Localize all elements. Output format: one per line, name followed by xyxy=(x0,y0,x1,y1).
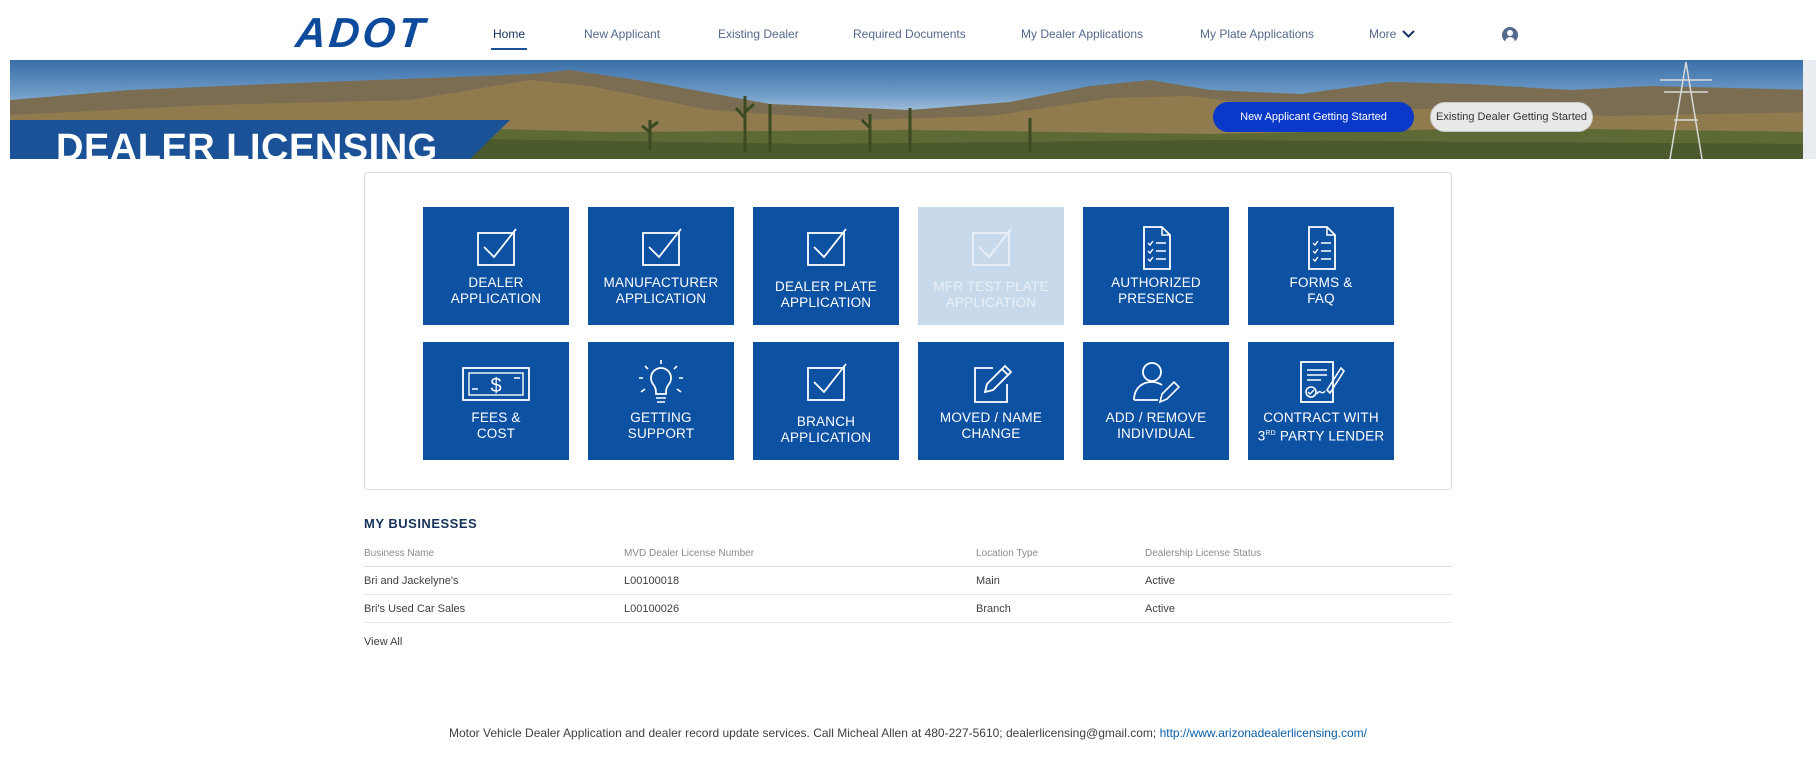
user-avatar-icon[interactable] xyxy=(1502,27,1518,43)
location-type-cell: Main xyxy=(976,566,1145,595)
tile-label: Moved / Name Change xyxy=(939,410,1043,441)
nav-more-label: More xyxy=(1369,27,1397,41)
nav-my-plate-applications[interactable]: My Plate Applications xyxy=(1200,27,1314,41)
checkbox-icon xyxy=(807,228,847,266)
tile-mfr-test-plate-application: MFR Test Plate Application xyxy=(918,207,1064,325)
checkbox-icon xyxy=(972,228,1012,266)
nav-home[interactable]: Home xyxy=(490,27,528,50)
checklist-document-icon xyxy=(1143,226,1171,270)
tile-moved-name-change[interactable]: Moved / Name Change xyxy=(918,342,1064,460)
svg-text:$: $ xyxy=(490,375,501,397)
tile-dealer-application[interactable]: Dealer Application xyxy=(423,207,569,325)
tile-label: Getting Support xyxy=(627,410,695,441)
checkbox-icon xyxy=(477,228,517,266)
tile-forms-faq[interactable]: Forms & FAQ xyxy=(1248,207,1394,325)
table-row: Bri's Used Car Sales L00100026 Branch Ac… xyxy=(364,594,1452,623)
banner-title: DEALER LICENSING xyxy=(56,127,438,159)
table-row: Bri and Jackelyne's L00100018 Main Activ… xyxy=(364,566,1452,595)
tile-label: MFR Test Plate Application xyxy=(933,279,1049,310)
tile-add-remove-individual[interactable]: Add / Remove Individual xyxy=(1083,342,1229,460)
tile-authorized-presence[interactable]: Authorized Presence xyxy=(1083,207,1229,325)
tile-label: Forms & FAQ xyxy=(1289,275,1353,306)
location-type-cell: Branch xyxy=(976,594,1145,623)
checklist-document-icon xyxy=(1308,226,1336,270)
tile-label: Authorized Presence xyxy=(1111,275,1201,306)
site-footer: Motor Vehicle Dealer Application and dea… xyxy=(0,726,1816,740)
nav-my-dealer-applications[interactable]: My Dealer Applications xyxy=(1021,27,1143,41)
column-header[interactable]: Business Name xyxy=(364,540,624,567)
table-header-row: Business Name MVD Dealer License Number … xyxy=(364,540,1452,567)
lightbulb-icon xyxy=(639,360,683,403)
license-status-cell: Active xyxy=(1145,594,1452,623)
chevron-down-icon xyxy=(1402,30,1416,38)
tile-label: Dealer Application xyxy=(450,275,542,306)
license-status-cell: Active xyxy=(1145,566,1452,595)
column-header[interactable]: Dealership License Status xyxy=(1145,540,1452,567)
business-name-cell[interactable]: Bri's Used Car Sales xyxy=(364,594,624,623)
footer-website-link[interactable]: http://www.arizonadealerlicensing.com/ xyxy=(1160,726,1367,740)
new-applicant-getting-started-button[interactable]: New Applicant Getting Started xyxy=(1213,102,1414,132)
tile-label: Contract with 3rd Party Lender xyxy=(1257,410,1385,444)
nav-required-documents[interactable]: Required Documents xyxy=(853,27,966,41)
nav-more[interactable]: More xyxy=(1369,27,1416,41)
checkbox-icon xyxy=(642,228,682,266)
column-header[interactable]: Location Type xyxy=(976,540,1145,567)
view-all-link[interactable]: View All xyxy=(364,636,402,648)
tile-label: Branch Application xyxy=(780,414,872,445)
existing-dealer-getting-started-button[interactable]: Existing Dealer Getting Started xyxy=(1430,102,1593,132)
business-name-cell[interactable]: Bri and Jackelyne's xyxy=(364,566,624,595)
tile-getting-support[interactable]: Getting Support xyxy=(588,342,734,460)
tile-manufacturer-application[interactable]: Manufacturer Application xyxy=(588,207,734,325)
tile-branch-application[interactable]: Branch Application xyxy=(753,342,899,460)
column-header[interactable]: MVD Dealer License Number xyxy=(624,540,976,567)
dollar-bill-icon: $ xyxy=(462,367,530,401)
tile-panel: Dealer Application Manufacturer Applicat… xyxy=(364,172,1452,490)
signed-contract-icon xyxy=(1300,361,1345,403)
tile-dealer-plate-application[interactable]: Dealer Plate Application xyxy=(753,207,899,325)
checkbox-icon xyxy=(807,363,847,401)
tile-fees-cost[interactable]: $ Fees & Cost xyxy=(423,342,569,460)
user-edit-icon xyxy=(1133,362,1180,404)
nav-existing-dealer[interactable]: Existing Dealer xyxy=(718,27,799,41)
tile-label: Dealer Plate Application xyxy=(775,279,877,310)
tile-label: Fees & Cost xyxy=(471,410,521,441)
tile-label: Manufacturer Application xyxy=(603,275,719,306)
site-header: ADOT Home New Applicant Existing Dealer … xyxy=(0,0,1816,60)
footer-text: Motor Vehicle Dealer Application and dea… xyxy=(448,726,1160,740)
license-number-cell: L00100026 xyxy=(624,594,976,623)
license-number-cell: L00100018 xyxy=(624,566,976,595)
nav-new-applicant[interactable]: New Applicant xyxy=(584,27,660,41)
my-businesses-title: MY BUSINESSES xyxy=(364,516,478,531)
adot-logo[interactable]: ADOT xyxy=(294,9,430,56)
businesses-table: Business Name MVD Dealer License Number … xyxy=(364,540,1452,623)
edit-pencil-icon xyxy=(974,364,1013,403)
tile-label: Add / Remove Individual xyxy=(1105,410,1207,441)
tile-contract-third-party-lender[interactable]: Contract with 3rd Party Lender xyxy=(1248,342,1394,460)
